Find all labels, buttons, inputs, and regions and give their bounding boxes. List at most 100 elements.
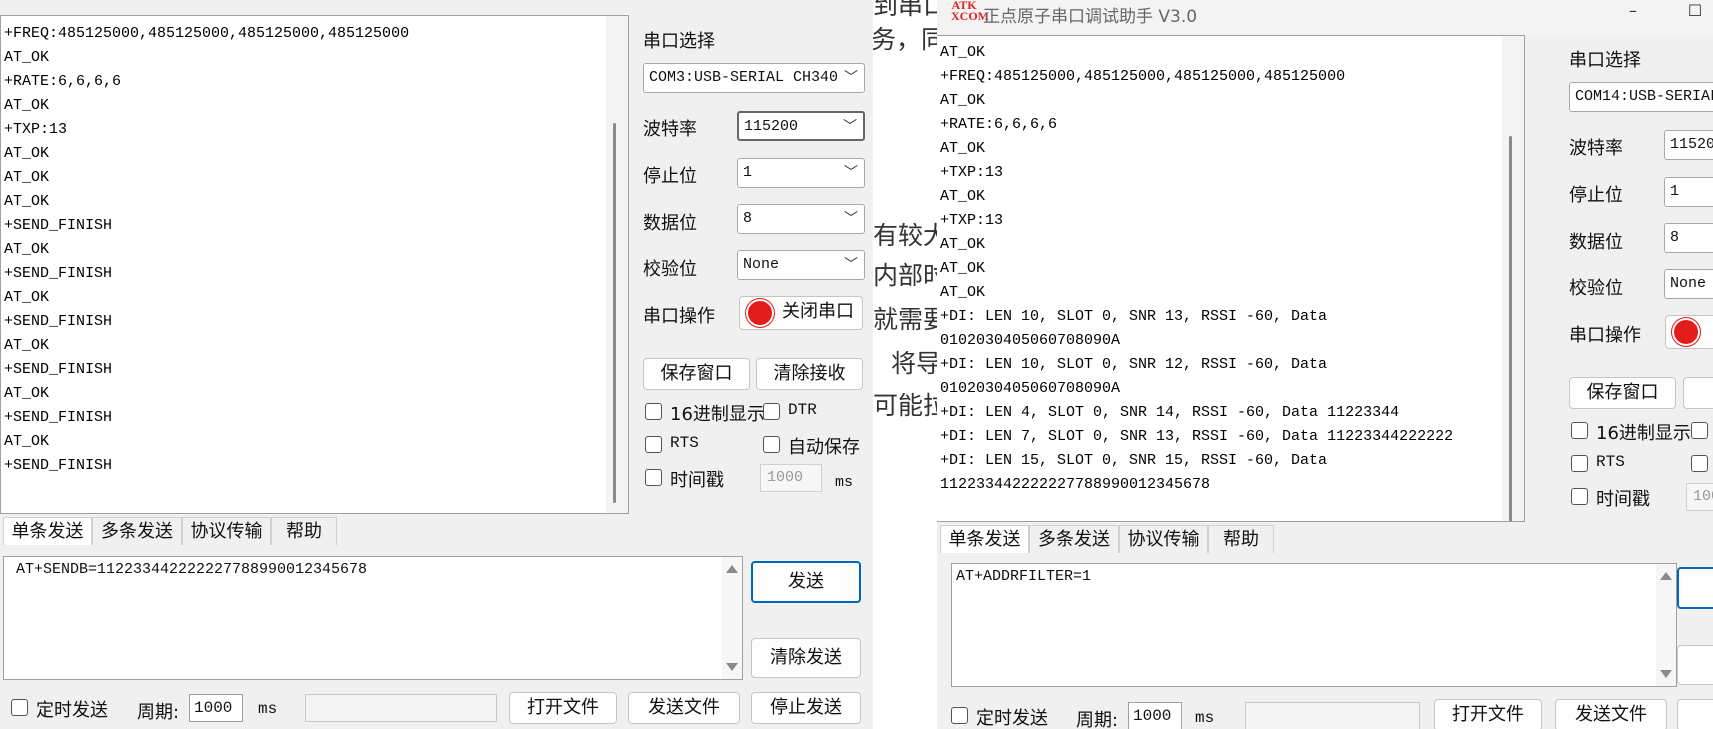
send-scrollbar[interactable] (1656, 564, 1676, 686)
tab-single-send[interactable]: 单条发送 (940, 525, 1029, 553)
chevron-down-icon: ﹀ (841, 251, 858, 279)
doc-line: 到串口 (873, 0, 937, 20)
receive-line: AT_OK (4, 337, 50, 354)
period-label: 周期: (1076, 710, 1119, 729)
receive-line: AT_OK (940, 92, 986, 109)
scroll-down-icon[interactable] (1660, 670, 1672, 678)
clear-receive-button[interactable] (1683, 377, 1713, 409)
receive-line: 0102030405060708090A (940, 332, 1121, 349)
chevron-down-icon: ﹀ (840, 113, 857, 139)
send-file-button[interactable]: 发送文件 (628, 692, 740, 724)
tab-help[interactable]: 帮助 (1208, 525, 1274, 553)
receive-line: +TXP:13 (940, 212, 1004, 229)
window-title: 正点原子串口调试助手 V3.0 (983, 7, 1198, 27)
receive-line: AT_OK (940, 188, 986, 205)
tab-multi-send[interactable]: 多条发送 (1029, 525, 1119, 553)
doc-line: 可能拉 (873, 391, 937, 420)
hex-display-checkbox[interactable] (1571, 422, 1588, 439)
send-scrollbar[interactable] (722, 557, 742, 679)
scroll-up-icon[interactable] (726, 565, 738, 573)
maximize-icon[interactable]: ☐ (1673, 0, 1713, 26)
scroll-up-icon[interactable] (1660, 572, 1672, 580)
period-label: 周期: (137, 702, 180, 723)
auto-save-checkbox[interactable] (1691, 455, 1708, 472)
open-file-button[interactable]: 打开文件 (1434, 699, 1542, 729)
data-select[interactable]: 8 (1664, 223, 1713, 253)
dtr-checkbox[interactable] (763, 403, 780, 420)
rts-label: RTS (1596, 453, 1625, 471)
stop-select[interactable]: 1 (1664, 177, 1713, 207)
chevron-down-icon: ﹀ (841, 64, 858, 92)
doc-line: 就需要 (873, 305, 937, 334)
stop-label: 停止位 (643, 166, 697, 187)
dtr-checkbox[interactable] (1691, 422, 1708, 439)
auto-save-checkbox[interactable] (763, 436, 780, 453)
port-label: 串口选择 (1569, 50, 1641, 71)
send-file-button[interactable]: 发送文件 (1555, 699, 1667, 729)
baud-select[interactable]: 11520 (1664, 130, 1713, 160)
op-label: 串口操作 (643, 306, 715, 327)
timed-send-checkbox[interactable] (951, 707, 968, 724)
rts-checkbox[interactable] (645, 436, 662, 453)
tab-single-send[interactable]: 单条发送 (3, 517, 92, 545)
period-input[interactable]: 1000 (1128, 702, 1182, 729)
scroll-down-icon[interactable] (726, 663, 738, 671)
receive-scrollbar[interactable] (606, 16, 628, 513)
parity-select[interactable]: None (1664, 269, 1713, 299)
data-select[interactable]: 8 ﹀ (737, 204, 865, 234)
receive-scrollbar[interactable] (1502, 36, 1524, 521)
data-label: 数据位 (1569, 232, 1623, 253)
save-window-button[interactable]: 保存窗口 (643, 358, 750, 390)
baud-select[interactable]: 115200 ﹀ (737, 111, 865, 141)
send-button[interactable] (1677, 567, 1713, 609)
tab-protocol[interactable]: 协议传输 (182, 517, 271, 545)
save-window-button[interactable]: 保存窗口 (1569, 377, 1676, 409)
receive-line: AT_OK (940, 284, 986, 301)
send-text: AT+SENDB=11223344222222778899001234567​8 (16, 561, 368, 578)
parity-label: 校验位 (643, 259, 697, 280)
clear-receive-button[interactable]: 清除接收 (756, 358, 863, 390)
timestamp-label: 时间戳 (670, 470, 724, 491)
receive-line: +SEND_FINISH (4, 409, 113, 426)
hex-display-checkbox[interactable] (645, 403, 662, 420)
port-select[interactable]: COM3:USB-SERIAL CH340 ﹀ (643, 63, 865, 93)
timed-send-label: 定时发送 (36, 700, 108, 721)
send-input[interactable]: AT+SENDB=11223344222222778899001234567​8 (3, 556, 743, 680)
parity-label: 校验位 (1569, 278, 1623, 299)
clear-send-button[interactable] (1677, 645, 1713, 685)
timestamp-checkbox[interactable] (1571, 488, 1588, 505)
timestamp-input[interactable]: 1000 (760, 464, 822, 492)
chevron-down-icon: ﹀ (841, 205, 858, 233)
clear-send-button[interactable]: 清除发送 (751, 638, 861, 678)
dtr-label: DTR (788, 401, 817, 419)
timestamp-checkbox[interactable] (645, 469, 662, 486)
minimize-icon[interactable]: – (1611, 0, 1655, 26)
receive-line: AT_OK (4, 385, 50, 402)
parity-select[interactable]: None ﹀ (737, 250, 865, 280)
receive-area[interactable]: +FREQ:485125000,485125000,485125000,4851… (0, 15, 629, 514)
stop-select[interactable]: 1 ﹀ (737, 158, 865, 188)
scroll-thumb[interactable] (1509, 136, 1512, 521)
tab-help[interactable]: 帮助 (271, 517, 337, 545)
timestamp-label: 时间戳 (1596, 489, 1650, 510)
doc-line: 内部时 (873, 261, 937, 290)
receive-line: +TXP:13 (4, 121, 68, 138)
receive-line: AT_OK (4, 169, 50, 186)
period-input[interactable]: 1000 (189, 694, 243, 722)
rts-checkbox[interactable] (1571, 455, 1588, 472)
port-select[interactable]: COM14:USB-SERIAL (1569, 82, 1713, 112)
scroll-thumb[interactable] (613, 123, 616, 503)
tab-protocol[interactable]: 协议传输 (1119, 525, 1208, 553)
open-file-button[interactable]: 打开文件 (509, 692, 617, 724)
close-port-button[interactable]: 关闭串口 (739, 296, 863, 330)
stop-send-button[interactable] (1677, 699, 1713, 729)
timestamp-input[interactable]: 100 (1686, 483, 1713, 511)
close-port-button[interactable] (1665, 315, 1713, 349)
timed-send-checkbox[interactable] (11, 699, 28, 716)
receive-line: AT_OK (4, 241, 50, 258)
tab-multi-send[interactable]: 多条发送 (92, 517, 182, 545)
send-input[interactable]: AT+ADDRFILTER=1 (951, 563, 1677, 687)
stop-send-button[interactable]: 停止发送 (751, 692, 861, 724)
receive-area[interactable]: AT_OK +FREQ:485125000,485125000,485125000… (937, 35, 1525, 522)
send-button[interactable]: 发送 (751, 561, 861, 603)
